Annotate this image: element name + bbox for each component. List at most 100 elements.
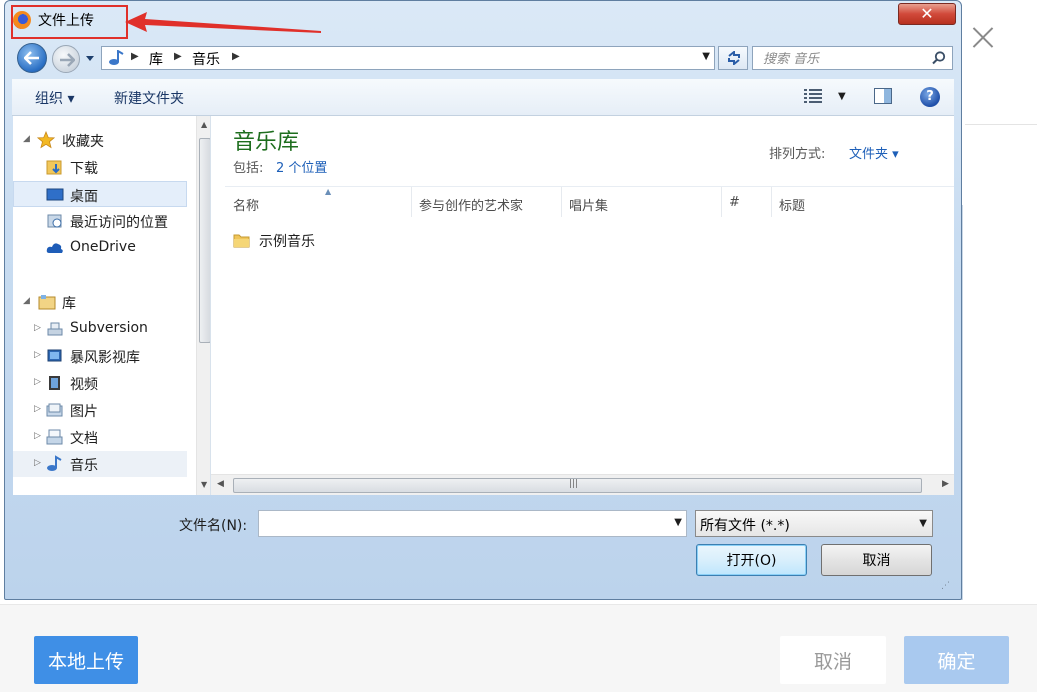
includes-label: 包括: [233,161,264,176]
column-header-title[interactable]: 标题 [779,195,805,214]
filetype-dropdown-icon: ▼ [919,518,927,529]
nav-item-downloads[interactable]: 下载 [13,154,187,180]
column-header-album[interactable]: 唱片集 [569,195,608,214]
arrange-by-dropdown[interactable]: 文件夹 ▾ [849,143,899,162]
recent-places-icon [47,214,62,228]
desktop-icon [46,188,64,201]
nav-item-label: OneDrive [70,239,136,255]
expand-icon[interactable]: ▷ [34,431,41,441]
nav-item-music[interactable]: ▷ 音乐 [13,451,187,477]
onedrive-cloud-icon [46,243,63,253]
scroll-down-icon[interactable]: ▼ [201,480,207,489]
search-input[interactable] [761,49,925,69]
nav-item-videos[interactable]: ▷ 视频 [13,370,187,396]
dialog-cancel-button[interactable]: 取消 [821,544,932,576]
help-icon[interactable]: ? [920,87,940,107]
nav-item-subversion[interactable]: ▷ Subversion [13,316,187,342]
file-name: 示例音乐 [259,234,315,250]
column-separator[interactable] [411,187,412,217]
scroll-up-icon[interactable]: ▲ [201,120,207,129]
address-bar[interactable]: ▶ 库 ▶ 音乐 ▶ ▼ [101,46,715,70]
breadcrumb-separator-icon[interactable]: ▶ [131,51,139,62]
downloads-folder-icon [46,160,62,175]
collapse-icon[interactable]: ◢ [23,296,30,306]
nav-item-pictures[interactable]: ▷ 图片 [13,397,187,423]
resize-grip-icon[interactable]: ⋰ [941,581,950,591]
filename-input[interactable] [263,514,662,534]
forward-button[interactable] [52,45,80,73]
breadcrumb-separator-icon[interactable]: ▶ [232,51,240,62]
nav-item-documents[interactable]: ▷ 文档 [13,424,187,450]
nav-item-onedrive[interactable]: OneDrive [13,235,187,261]
search-icon[interactable] [932,51,946,65]
column-separator[interactable] [721,187,722,217]
scroll-left-icon[interactable]: ◀ [217,479,224,489]
refresh-button[interactable] [718,46,748,70]
expand-icon[interactable]: ▷ [34,458,41,468]
history-dropdown-icon[interactable] [85,53,95,63]
column-header-track-number[interactable]: # [729,195,740,210]
filename-dropdown-icon[interactable]: ▼ [674,517,682,528]
command-toolbar: 组织 ▾ 新建文件夹 ▼ ? [12,79,954,116]
breadcrumb-music[interactable]: 音乐 [192,49,220,69]
address-dropdown-icon[interactable]: ▼ [702,51,710,62]
filename-combobox[interactable]: ▼ [258,510,687,537]
nav-item-label: 桌面 [70,189,98,205]
nav-favorites[interactable]: ◢ 收藏夹 [13,127,187,153]
nav-item-label: 下载 [70,161,98,177]
sort-caret-icon: ▲ [325,187,332,196]
back-button[interactable] [17,43,47,73]
arrange-by-label: 排列方式: [769,147,826,162]
expand-icon[interactable]: ▷ [34,350,41,360]
horizontal-scrollbar[interactable]: ◀ ||| ▶ [211,474,954,495]
annotation-arrow-icon [125,12,321,33]
file-open-dialog: 文件上传 ✕ ▶ 库 ▶ 音乐 ▶ ▼ 搜索 音乐 组织 ▾ 新建文件夹 ▼ ?… [4,0,962,600]
collapse-icon[interactable]: ◢ [23,134,30,144]
breadcrumb-separator-icon[interactable]: ▶ [174,51,182,62]
expand-icon[interactable]: ▷ [34,377,41,387]
column-separator[interactable] [561,187,562,217]
nav-item-desktop[interactable]: 桌面 [13,181,187,207]
view-dropdown-icon[interactable]: ▼ [838,91,846,102]
nav-scrollbar[interactable]: ▲ ▼ [196,116,210,495]
expand-icon[interactable]: ▷ [34,323,41,333]
new-folder-button[interactable]: 新建文件夹 [114,88,184,108]
search-box[interactable] [752,46,953,70]
divider [965,124,1037,125]
video-library-icon [47,349,62,362]
preview-pane-icon[interactable] [874,88,892,104]
modal-close-icon[interactable] [968,22,998,52]
nav-scroll-thumb[interactable] [199,138,210,343]
expand-icon[interactable]: ▷ [34,404,41,414]
folder-icon [233,234,250,248]
star-icon [37,131,55,149]
arrow-left-icon [24,51,39,65]
nav-libraries[interactable]: ◢ 库 [13,289,187,315]
organize-menu-button[interactable]: 组织 ▾ [35,88,74,108]
nav-favorites-label: 收藏夹 [62,134,104,150]
filetype-select[interactable]: 所有文件 (*.*) ▼ [695,510,933,537]
open-button[interactable]: 打开(O) [696,544,807,576]
nav-item-label: 文档 [70,431,98,447]
breadcrumb-library[interactable]: 库 [149,49,163,69]
column-separator[interactable] [771,187,772,217]
nav-item-baofeng[interactable]: ▷ 暴风影视库 [13,343,187,369]
includes-locations-link[interactable]: 2 个位置 [276,157,327,176]
nav-item-recent-places[interactable]: 最近访问的位置 [13,208,187,234]
local-upload-button[interactable]: 本地上传 [34,636,138,684]
nav-item-label: 最近访问的位置 [70,215,168,231]
view-details-icon[interactable] [804,89,824,103]
modal-confirm-button[interactable]: 确定 [904,636,1009,684]
dialog-close-button[interactable]: ✕ [898,3,956,25]
scroll-grip-icon: ||| [569,479,579,489]
scroll-right-icon[interactable]: ▶ [942,479,949,489]
modal-cancel-button[interactable]: 取消 [780,636,886,684]
column-header-artist[interactable]: 参与创作的艺术家 [419,195,523,214]
horizontal-scroll-thumb[interactable]: ||| [233,478,922,493]
nav-item-label: 暴风影视库 [70,350,140,366]
refresh-icon [728,51,740,65]
library-icon [38,295,56,310]
file-list-item[interactable]: 示例音乐 [233,229,433,251]
column-header-name[interactable]: 名称 [233,195,259,214]
music-icon [47,455,62,471]
